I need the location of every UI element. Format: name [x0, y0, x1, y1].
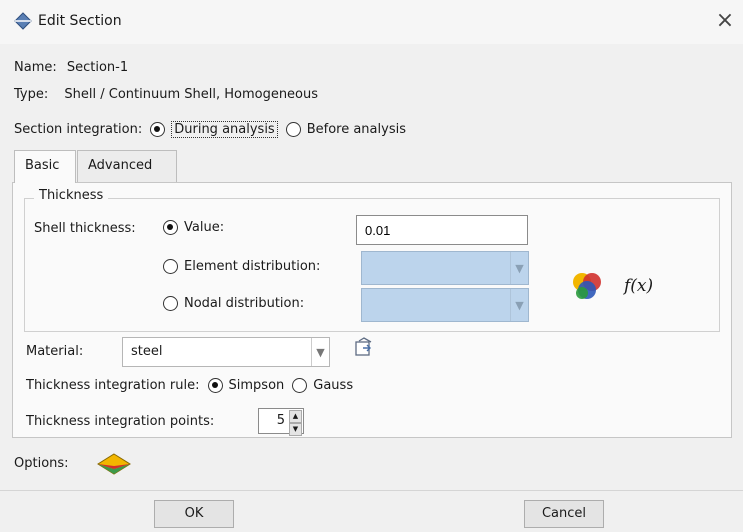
radio-gauss-label: Gauss [313, 378, 354, 393]
integration-rule-row: Thickness integration rule: Simpson Gaus… [26, 378, 353, 393]
chevron-down-icon: ▼ [510, 289, 528, 321]
options-label: Options: [14, 456, 69, 471]
name-row: Name: Section-1 [14, 60, 128, 75]
material-label: Material: [26, 344, 84, 359]
radio-simpson-label: Simpson [228, 378, 285, 393]
integration-points-value[interactable]: 5 [277, 413, 285, 428]
integration-rule-label: Thickness integration rule: [26, 378, 200, 393]
type-value: Shell / Continuum Shell, Homogeneous [64, 87, 319, 102]
nodal-distribution-combo: ▼ [361, 288, 529, 322]
radio-simpson-indicator[interactable] [207, 378, 223, 393]
radio-element-distribution-label: Element distribution: [184, 259, 321, 274]
radio-nodal-distribution-label: Nodal distribution: [184, 296, 305, 311]
cancel-button[interactable]: Cancel [524, 500, 604, 528]
radio-element-distribution[interactable]: Element distribution: [163, 259, 320, 274]
thickness-value-input[interactable] [356, 215, 528, 245]
type-label: Type: [14, 87, 49, 102]
type-row: Type: Shell / Continuum Shell, Homogeneo… [14, 87, 318, 102]
radio-during-analysis-indicator[interactable] [150, 122, 166, 137]
name-value: Section-1 [66, 60, 129, 75]
section-integration-row: Section integration: During analysis Bef… [14, 121, 406, 138]
radio-during-analysis-label: During analysis [171, 121, 278, 138]
element-distribution-combo: ▼ [361, 251, 529, 285]
thickness-group-label: Thickness [34, 188, 109, 203]
radio-nodal-distribution-indicator[interactable] [163, 296, 178, 311]
ok-button[interactable]: OK [154, 500, 234, 528]
radio-value[interactable]: Value: [163, 220, 224, 235]
spinner-buttons: ▲ ▼ [289, 410, 302, 436]
footer-divider [0, 490, 743, 491]
integration-points-label: Thickness integration points: [26, 414, 215, 429]
radio-gauss[interactable]: Gauss [292, 378, 353, 393]
radio-nodal-distribution[interactable]: Nodal distribution: [163, 296, 304, 311]
radio-before-analysis-indicator[interactable] [285, 122, 301, 137]
create-distribution-icon[interactable] [570, 270, 606, 302]
shell-thickness-label: Shell thickness: [34, 221, 136, 236]
options-icon[interactable] [96, 452, 132, 478]
section-icon [14, 12, 32, 30]
tab-basic[interactable]: Basic [14, 150, 76, 183]
radio-before-analysis[interactable]: Before analysis [285, 122, 406, 137]
tab-advanced[interactable]: Advanced [77, 150, 177, 182]
name-label: Name: [14, 60, 57, 75]
chevron-down-icon[interactable]: ▼ [311, 338, 329, 366]
material-value: steel [131, 344, 163, 359]
function-fx-label[interactable]: f(x) [624, 276, 653, 296]
create-material-icon[interactable] [354, 337, 376, 359]
spin-up-icon[interactable]: ▲ [289, 410, 302, 423]
radio-simpson[interactable]: Simpson [207, 378, 285, 393]
close-button[interactable]: × [712, 8, 738, 34]
radio-gauss-indicator[interactable] [292, 378, 308, 393]
spin-down-icon[interactable]: ▼ [289, 423, 302, 436]
radio-value-indicator[interactable] [163, 220, 178, 235]
radio-during-analysis[interactable]: During analysis [150, 121, 278, 138]
radio-value-label: Value: [184, 220, 225, 235]
section-integration-label: Section integration: [14, 122, 143, 137]
chevron-down-icon: ▼ [510, 252, 528, 284]
integration-points-spinner[interactable]: 5 ▲ ▼ [258, 408, 304, 436]
material-select[interactable]: steel ▼ [122, 337, 330, 367]
radio-element-distribution-indicator[interactable] [163, 259, 178, 274]
radio-before-analysis-label: Before analysis [306, 122, 406, 137]
window-title: Edit Section [38, 13, 122, 29]
